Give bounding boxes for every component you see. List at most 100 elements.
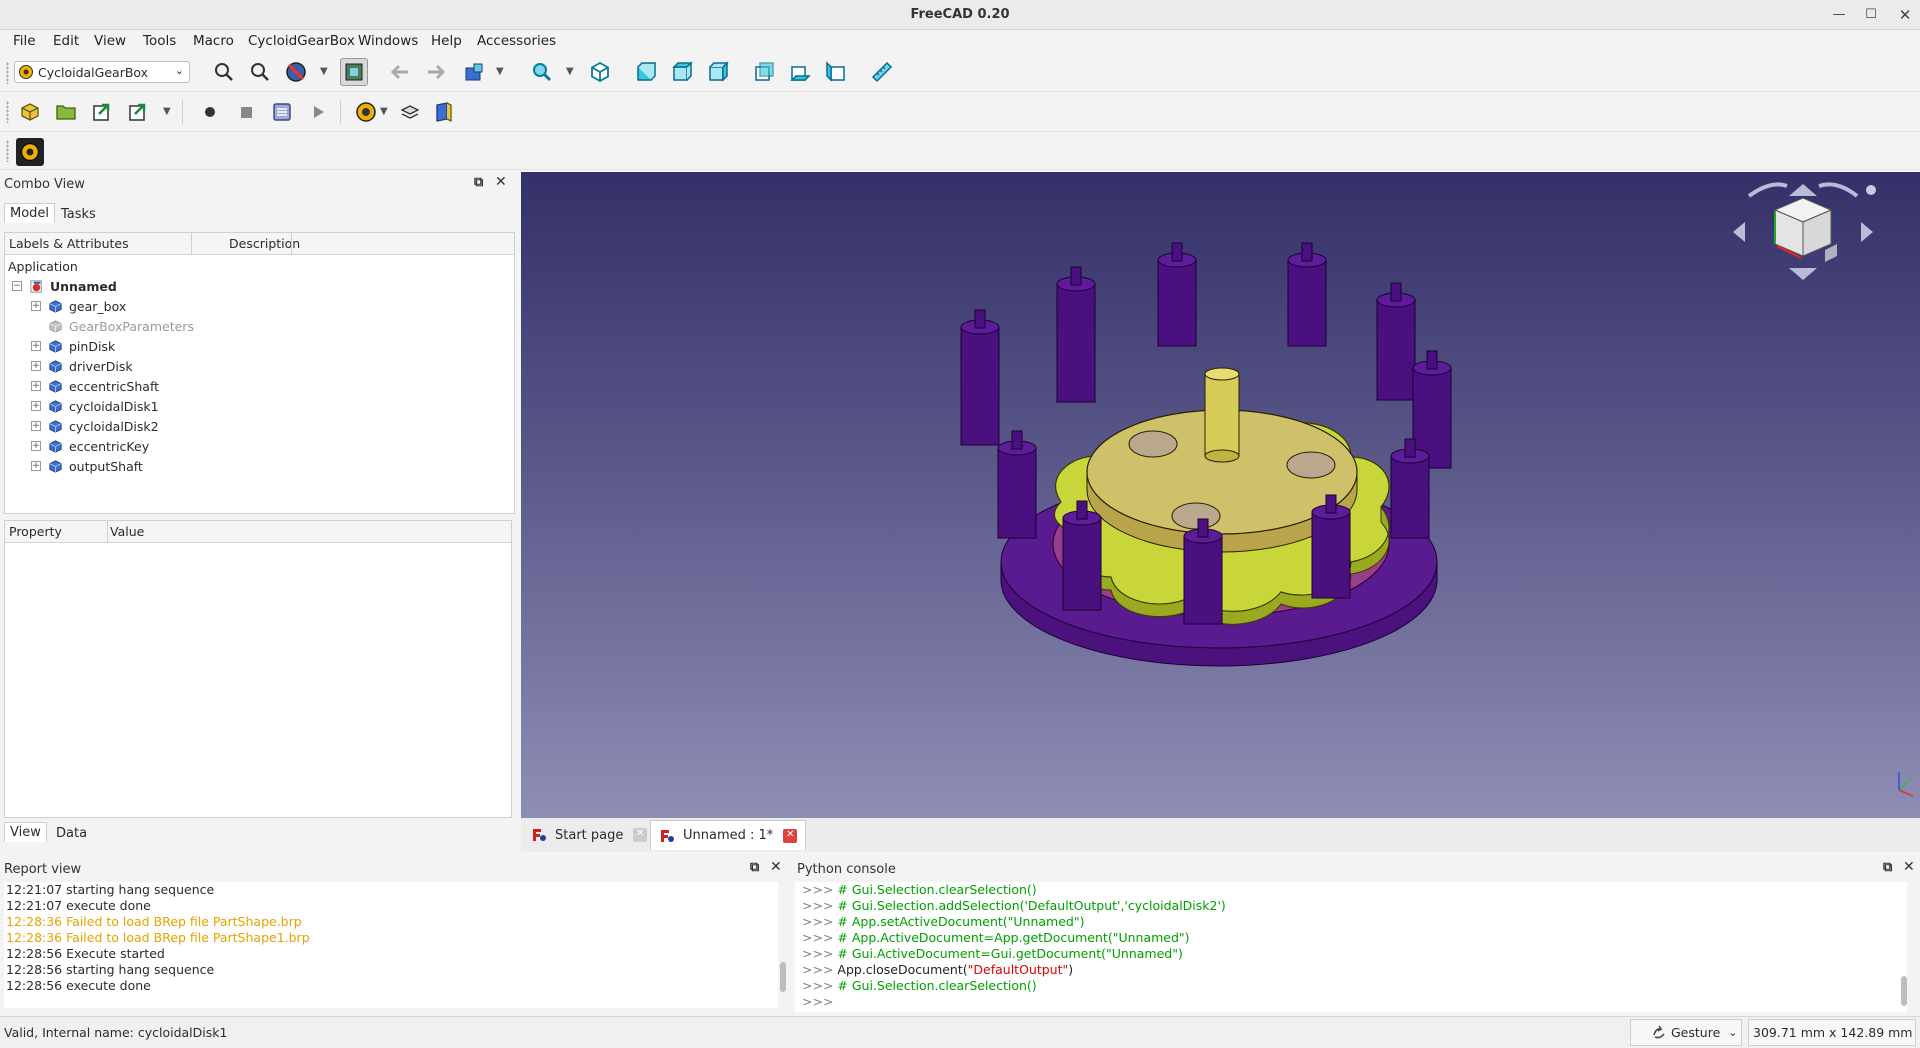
bounding-box-button[interactable]: [340, 58, 368, 86]
tree-item[interactable]: + driverDisk: [31, 356, 133, 376]
rotate-left-icon[interactable]: [1747, 182, 1788, 198]
scrollbar-thumb[interactable]: [1901, 976, 1907, 1006]
column-property[interactable]: Property: [9, 524, 62, 539]
tab-view[interactable]: View: [4, 822, 47, 842]
view-right-button[interactable]: [704, 58, 732, 86]
menu-macro[interactable]: Macro: [193, 33, 234, 49]
console-input-line[interactable]: >>>: [802, 994, 833, 1009]
view-top-button[interactable]: [668, 58, 696, 86]
tree-item[interactable]: + outputShaft: [31, 456, 143, 476]
macro-record-button[interactable]: [196, 98, 224, 126]
console-output[interactable]: >>> # Gui.Selection.clearSelection() >>>…: [795, 882, 1907, 1012]
undock-icon[interactable]: ⧉: [750, 860, 759, 875]
menu-windows[interactable]: Windows: [358, 33, 418, 49]
expand-icon[interactable]: +: [31, 401, 41, 411]
maximize-icon[interactable]: ☐: [1860, 5, 1882, 25]
menu-file[interactable]: File: [13, 33, 36, 49]
undock-icon[interactable]: ⧉: [1883, 860, 1892, 875]
3d-viewport[interactable]: [521, 172, 1920, 818]
chevron-down-icon[interactable]: ▼: [163, 106, 171, 117]
workbench-selector[interactable]: CycloidalGearBox ⌄: [14, 61, 190, 83]
expand-icon[interactable]: +: [31, 301, 41, 311]
close-tab-icon[interactable]: ✕: [633, 828, 648, 842]
chevron-down-icon[interactable]: ▼: [320, 66, 328, 77]
tab-start-page[interactable]: Start page ✕: [523, 820, 655, 850]
close-tab-icon[interactable]: ✕: [783, 828, 798, 843]
nav-right-arrow-icon[interactable]: [1861, 222, 1873, 242]
menu-cycloidgearbox[interactable]: CycloidGearBox: [248, 33, 355, 49]
close-icon[interactable]: ✕: [770, 859, 782, 875]
macro-execute-button[interactable]: [304, 98, 332, 126]
save-as-button[interactable]: [124, 98, 152, 126]
collapse-icon[interactable]: −: [12, 281, 22, 291]
tab-unnamed[interactable]: Unnamed : 1* ✕: [650, 820, 807, 850]
menu-edit[interactable]: Edit: [53, 33, 79, 49]
small-cube-icon[interactable]: [1825, 244, 1837, 262]
new-document-button[interactable]: [16, 98, 44, 126]
menu-tools[interactable]: Tools: [143, 33, 176, 49]
tree-item[interactable]: + gear_box: [31, 296, 126, 316]
open-button[interactable]: [52, 98, 80, 126]
menu-view[interactable]: View: [94, 33, 126, 49]
zoom-menu-button[interactable]: [528, 58, 556, 86]
nav-down-arrow-icon[interactable]: [1789, 268, 1817, 280]
scrollbar-thumb[interactable]: [780, 962, 786, 992]
nav-up-arrow-icon[interactable]: [1789, 184, 1817, 196]
book-button[interactable]: [430, 98, 458, 126]
view-front-button[interactable]: [632, 58, 660, 86]
navigation-style-selector[interactable]: Gesture ⌄: [1630, 1019, 1742, 1046]
fit-all-button[interactable]: [210, 58, 238, 86]
nav-menu-icon[interactable]: [1866, 185, 1876, 195]
tree-item[interactable]: + cycloidalDisk2: [31, 416, 159, 436]
menu-accessories[interactable]: Accessories: [477, 33, 556, 49]
column-labels[interactable]: Labels & Attributes: [9, 236, 129, 251]
draw-style-button[interactable]: [282, 58, 310, 86]
nav-left-arrow-icon[interactable]: [1733, 222, 1745, 242]
fit-selection-button[interactable]: [246, 58, 274, 86]
menu-help[interactable]: Help: [431, 33, 462, 49]
chevron-down-icon[interactable]: ▼: [566, 66, 574, 77]
forward-button[interactable]: [422, 58, 450, 86]
model-tree[interactable]: Labels & Attributes Description Applicat…: [4, 232, 515, 514]
column-description[interactable]: Description: [229, 236, 300, 251]
minimize-icon[interactable]: —: [1828, 5, 1850, 25]
property-view[interactable]: Property Value: [4, 520, 512, 818]
measure-button[interactable]: [868, 58, 896, 86]
cycloid-gearbox-button[interactable]: [352, 98, 380, 126]
save-button[interactable]: [88, 98, 116, 126]
macro-stop-button[interactable]: [232, 98, 260, 126]
expand-icon[interactable]: +: [31, 421, 41, 431]
close-window-icon[interactable]: ✕: [1894, 5, 1916, 25]
tree-item[interactable]: + pinDisk: [31, 336, 115, 356]
view-bottom-button[interactable]: [786, 58, 814, 86]
macros-button[interactable]: [268, 98, 296, 126]
gearbox-model[interactable]: [521, 172, 1920, 818]
expand-icon[interactable]: +: [31, 461, 41, 471]
view-isometric-button[interactable]: [586, 58, 614, 86]
expand-icon[interactable]: +: [31, 361, 41, 371]
expand-icon[interactable]: +: [31, 341, 41, 351]
toolbar-grip[interactable]: [6, 101, 9, 123]
tree-document[interactable]: − Unnamed: [12, 276, 117, 296]
expand-icon[interactable]: +: [31, 441, 41, 451]
dimension-button[interactable]: [396, 98, 424, 126]
expand-icon[interactable]: +: [31, 381, 41, 391]
column-value[interactable]: Value: [110, 524, 144, 539]
std-views-button[interactable]: [460, 58, 488, 86]
tab-data[interactable]: Data: [56, 826, 87, 841]
tab-model[interactable]: Model: [4, 203, 56, 223]
report-log[interactable]: 12:21:07 starting hang sequence 12:21:07…: [4, 882, 786, 1008]
close-icon[interactable]: ✕: [495, 174, 507, 190]
tree-item[interactable]: + cycloidalDisk1: [31, 396, 159, 416]
close-icon[interactable]: ✕: [1903, 859, 1915, 875]
chevron-down-icon[interactable]: ▼: [496, 66, 504, 77]
tab-tasks[interactable]: Tasks: [61, 207, 96, 222]
tree-item[interactable]: GearBoxParameters: [48, 316, 194, 336]
view-left-button[interactable]: [822, 58, 850, 86]
tree-item[interactable]: + eccentricShaft: [31, 376, 159, 396]
back-button[interactable]: [386, 58, 414, 86]
rotate-right-icon[interactable]: [1818, 182, 1859, 198]
undock-icon[interactable]: ⧉: [474, 175, 483, 190]
chevron-down-icon[interactable]: ▼: [380, 106, 388, 117]
toolbar-grip[interactable]: [6, 62, 9, 84]
